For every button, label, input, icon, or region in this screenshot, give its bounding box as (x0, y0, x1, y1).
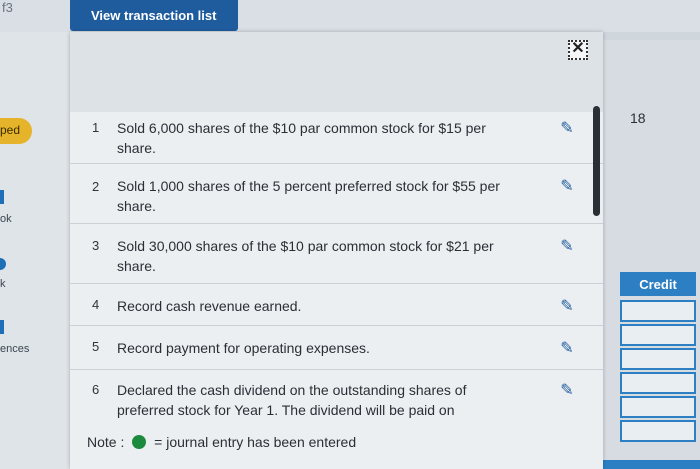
background-sidebar (0, 32, 70, 469)
transaction-description: Declared the cash dividend on the outsta… (117, 382, 467, 418)
scrollbar-thumb[interactable] (593, 106, 600, 216)
transaction-row[interactable]: 3 Sold 30,000 shares of the $10 par comm… (70, 224, 603, 284)
transaction-description: Record cash revenue earned. (117, 298, 302, 314)
background-status-pill[interactable]: ped (0, 118, 32, 144)
modal-header: ✕ (70, 32, 603, 112)
pencil-icon[interactable]: ✎ (556, 118, 578, 140)
transaction-number: 3 (92, 238, 100, 253)
pencil-icon[interactable]: ✎ (556, 380, 578, 402)
entered-dot-icon (132, 435, 147, 449)
background-marker (0, 190, 4, 204)
pencil-icon[interactable]: ✎ (556, 338, 578, 360)
transaction-number: 5 (92, 339, 100, 354)
transaction-row[interactable]: 4 Record cash revenue earned. ✎ (70, 284, 603, 326)
credit-column-header: Credit (620, 272, 696, 296)
credit-cell[interactable] (620, 348, 696, 370)
transaction-description: Sold 30,000 shares of the $10 par common… (117, 238, 494, 274)
background-marker (0, 320, 4, 334)
close-icon[interactable]: ✕ (568, 40, 588, 60)
pencil-icon[interactable]: ✎ (556, 176, 578, 198)
background-side-label[interactable]: ences (0, 343, 29, 355)
legend-note: Note : = journal entry has been entered (87, 434, 356, 450)
transaction-row[interactable]: 1 Sold 6,000 shares of the $10 par commo… (70, 112, 603, 164)
credit-cell[interactable] (620, 324, 696, 346)
transaction-row[interactable]: 6 Declared the cash dividend on the outs… (70, 370, 603, 432)
pencil-icon[interactable]: ✎ (556, 236, 578, 258)
background-corner-label: f3 (2, 0, 13, 15)
transaction-number: 4 (92, 297, 100, 312)
view-transaction-list-button[interactable]: View transaction list (70, 0, 238, 31)
credit-cell[interactable] (620, 372, 696, 394)
credit-cell[interactable] (620, 396, 696, 418)
transaction-description: Sold 6,000 shares of the $10 par common … (117, 120, 486, 156)
transaction-number: 1 (92, 120, 100, 135)
credit-cell[interactable] (620, 420, 696, 442)
background-side-label[interactable]: k (0, 278, 6, 290)
transaction-description: Record payment for operating expenses. (117, 340, 370, 356)
background-side-label[interactable]: ok (0, 213, 12, 225)
note-prefix: Note : (87, 434, 125, 450)
credit-cell[interactable] (620, 300, 696, 322)
pencil-icon[interactable]: ✎ (556, 296, 578, 318)
transaction-number: 6 (92, 382, 100, 397)
transaction-row[interactable]: 5 Record payment for operating expenses.… (70, 326, 603, 370)
transaction-row[interactable]: 2 Sold 1,000 shares of the 5 percent pre… (70, 164, 603, 224)
transaction-number: 2 (92, 179, 100, 194)
note-suffix: = journal entry has been entered (154, 434, 357, 450)
transaction-description: Sold 1,000 shares of the 5 percent prefe… (117, 178, 500, 214)
background-value: 18 (630, 110, 646, 126)
transaction-list-modal: ✕ 1 Sold 6,000 shares of the $10 par com… (70, 32, 603, 469)
